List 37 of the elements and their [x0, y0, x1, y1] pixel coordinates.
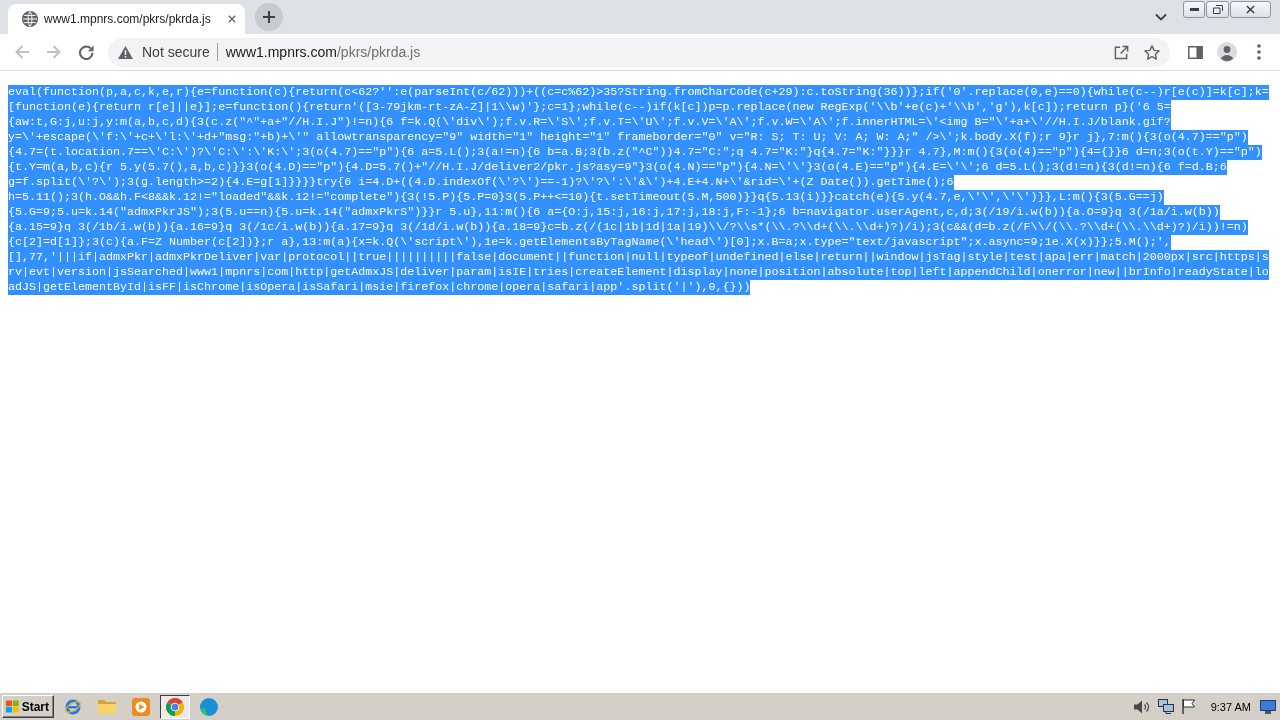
play-icon — [132, 697, 150, 716]
minimize-button[interactable] — [1183, 1, 1205, 18]
flag-icon — [1181, 699, 1196, 714]
folder-icon — [98, 699, 116, 714]
network-icon — [1157, 699, 1174, 714]
arrow-left-icon — [14, 44, 30, 60]
kebab-menu-icon — [1257, 44, 1261, 60]
speaker-icon — [1133, 699, 1150, 714]
chevron-down-icon — [1155, 13, 1167, 21]
window-close-button[interactable] — [1230, 1, 1271, 18]
security-chip[interactable]: Not secure — [118, 40, 210, 64]
browser-logo-icon — [166, 697, 184, 716]
close-icon — [1246, 5, 1255, 14]
plus-icon — [263, 11, 275, 23]
globe-icon — [22, 11, 38, 27]
address-bar[interactable]: Not secure www1.mpnrs.com/pkrs/pkrda.js — [108, 37, 1170, 67]
minimize-icon — [1189, 8, 1199, 11]
taskbar-button[interactable] — [160, 694, 190, 719]
browser-tab[interactable]: www1.mpnrs.com/pkrs/pkrda.js — [8, 4, 245, 34]
avatar-icon — [1217, 42, 1237, 62]
arrow-right-icon — [46, 44, 62, 60]
orbit-logo-icon — [64, 697, 82, 716]
star-icon — [1144, 44, 1160, 60]
start-logo-icon — [6, 699, 19, 714]
reload-icon — [78, 44, 94, 60]
close-icon — [228, 15, 236, 23]
start-button[interactable]: Start — [2, 695, 54, 718]
url-field[interactable]: www1.mpnrs.com/pkrs/pkrda.js — [225, 44, 421, 60]
warning-icon — [118, 45, 133, 59]
clock-time[interactable]: 9:37 AM — [1210, 700, 1251, 713]
show-desktop-icon — [1260, 699, 1276, 714]
share-icon — [1113, 44, 1129, 60]
side-panel-icon — [1187, 45, 1203, 59]
restore-icon — [1212, 5, 1223, 14]
new-tab-button[interactable] — [255, 3, 283, 31]
restore-button[interactable] — [1206, 1, 1229, 18]
wave-logo-icon — [200, 697, 218, 716]
